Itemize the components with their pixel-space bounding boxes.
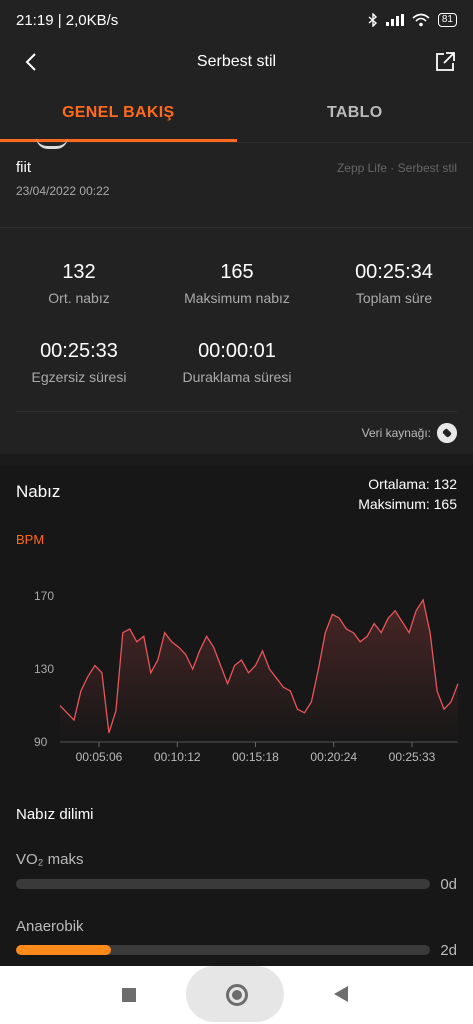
x-tick-label: 00:25:33 (389, 750, 436, 764)
x-tick-label: 00:10:12 (154, 750, 201, 764)
y-tick-label: 170 (34, 589, 54, 603)
signal-icon (385, 14, 404, 26)
zone-value-vo2max: 0d (440, 876, 457, 893)
heart-rate-average: Ortalama: 132 (368, 476, 457, 492)
x-tick-label: 00:20:24 (310, 750, 357, 764)
tab-table[interactable]: TABLO (237, 84, 473, 142)
stat-max-hr: 165 Maksimum nabız (162, 261, 312, 306)
y-tick-label: 90 (34, 735, 48, 749)
home-button[interactable] (226, 984, 248, 1006)
heart-rate-summary: Ortalama: 132 Maksimum: 165 (358, 474, 457, 514)
zone-label-anaerobic: Anaerobik (16, 918, 84, 935)
y-tick-label: 130 (34, 662, 54, 676)
stat-avg-hr: 132 Ort. nabız (4, 261, 154, 306)
bluetooth-icon (368, 13, 377, 27)
stat-value: 00:25:34 (355, 261, 433, 283)
stat-label: Duraklama süresi (182, 369, 292, 385)
divider (0, 227, 473, 228)
heart-rate-chart: 170 130 90 00:05:06 00:10:12 00:15:18 00:20:2… (34, 589, 459, 764)
zone-bar-anaerobic (16, 945, 430, 955)
stat-pause-time: 00:00:01 Duraklama süresi (162, 340, 312, 385)
stat-label: Maksimum nabız (184, 290, 290, 306)
system-nav-bar (0, 966, 473, 1024)
heart-rate-card: Nabız Ortalama: 132 Maksimum: 165 BPM 17… (0, 466, 473, 966)
workout-summary-card: fiit 23/04/2022 00:22 Zepp Life · Serbes… (0, 142, 473, 454)
tab-bar: GENEL BAKIŞ TABLO (0, 84, 473, 142)
stat-value: 00:00:01 (198, 340, 276, 362)
stat-label: Toplam süre (355, 290, 433, 306)
recent-apps-button[interactable] (122, 988, 136, 1002)
bpm-unit-label: BPM (16, 532, 45, 547)
data-source-label: Veri kaynağı: (361, 426, 431, 440)
stat-label: Egzersiz süresi (31, 369, 127, 385)
zone-fill-anaerobic (16, 945, 112, 955)
battery-icon: 81 (437, 13, 457, 27)
zone-label-vo2max: VO₂ maks (16, 851, 84, 868)
stat-label: Ort. nabız (48, 290, 110, 306)
back-button[interactable] (334, 986, 348, 1002)
tab-overview[interactable]: GENEL BAKIŞ (0, 84, 237, 142)
zones-title: Nabız dilimi (16, 806, 94, 823)
heart-rate-title: Nabız (16, 482, 61, 501)
back-arrow-icon[interactable] (20, 50, 44, 74)
avatar (36, 137, 68, 149)
stat-value: 165 (220, 261, 254, 283)
zone-value-anaerobic: 2d (440, 942, 457, 959)
wifi-icon (412, 13, 430, 27)
status-time-speed: 21:19 | 2,0KB/s (16, 11, 119, 29)
stat-value: 00:25:33 (40, 340, 118, 362)
data-source[interactable]: Veri kaynağı: (362, 423, 457, 443)
app-header: Serbest stil (0, 40, 473, 84)
heart-rate-maximum: Maksimum: 165 (358, 496, 457, 512)
workout-name: fiit (16, 159, 31, 176)
workout-source: Zepp Life · Serbest stil (336, 161, 457, 175)
page-title: Serbest stil (196, 53, 277, 70)
zone-bar-vo2max (16, 879, 430, 889)
watch-icon (437, 423, 457, 443)
stat-exercise-time: 00:25:33 Egzersiz süresi (4, 340, 154, 385)
divider (16, 411, 457, 412)
stat-total-time: 00:25:34 Toplam süre (319, 261, 469, 306)
workout-date: 23/04/2022 00:22 (16, 184, 110, 198)
status-bar: 21:19 | 2,0KB/s 81 (0, 0, 473, 40)
stat-value: 132 (62, 261, 96, 283)
x-tick-label: 00:05:06 (76, 750, 123, 764)
share-icon[interactable] (433, 50, 457, 74)
x-tick-label: 00:15:18 (232, 750, 279, 764)
